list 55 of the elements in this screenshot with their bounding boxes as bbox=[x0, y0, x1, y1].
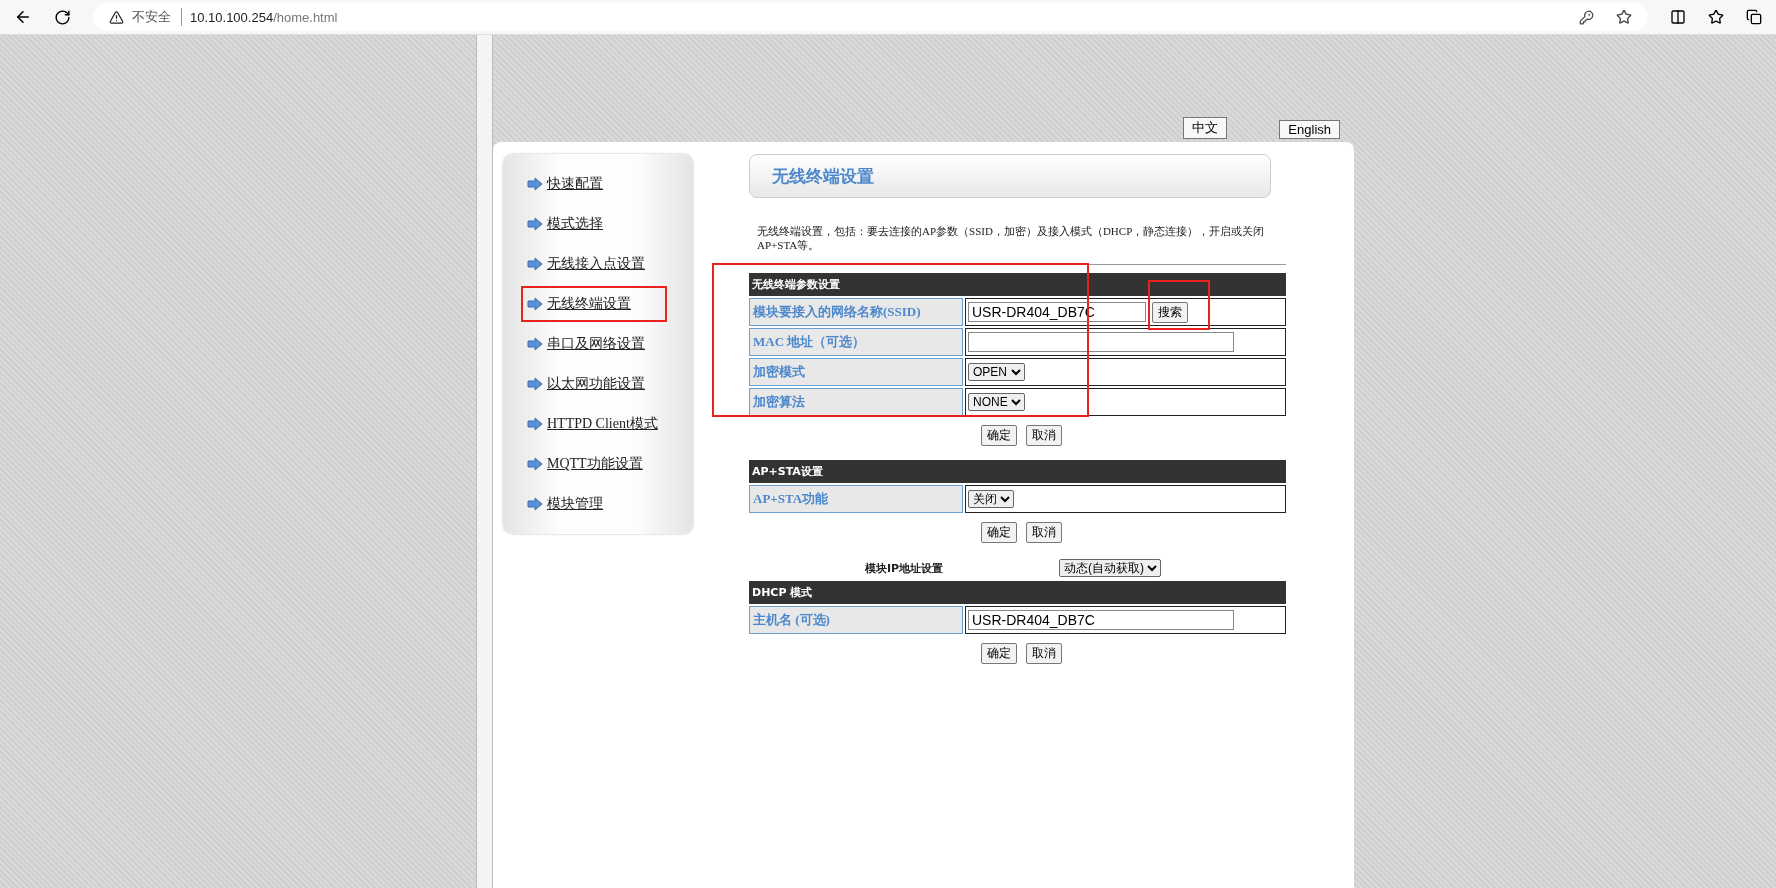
field-label: 加密模式 bbox=[749, 358, 963, 386]
field-label: 模块要接入的网络名称(SSID) bbox=[749, 298, 963, 326]
menu-link[interactable]: MQTT功能设置 bbox=[547, 455, 643, 473]
dropdown-select[interactable]: 关闭 bbox=[968, 490, 1014, 508]
dropdown-select[interactable]: OPEN bbox=[968, 363, 1025, 381]
split-view-icon[interactable] bbox=[1670, 9, 1686, 25]
menu-link[interactable]: 串口及网络设置 bbox=[547, 335, 645, 353]
search-button[interactable]: 搜索 bbox=[1152, 301, 1188, 323]
section-header: AP+STA设置 bbox=[749, 460, 1286, 483]
arrow-right-icon bbox=[527, 297, 543, 311]
reload-icon[interactable] bbox=[54, 8, 71, 26]
address-bar[interactable]: 不安全 10.10.100.254/home.html bbox=[93, 3, 1648, 31]
page-title: 无线终端设置 bbox=[772, 164, 874, 188]
warning-icon bbox=[109, 9, 124, 25]
ip-setting-label: 模块IP地址设置 bbox=[863, 560, 945, 576]
dropdown-select[interactable]: 动态(自动获取) bbox=[1059, 559, 1161, 577]
collections-icon[interactable] bbox=[1746, 9, 1762, 25]
arrow-right-icon bbox=[527, 457, 543, 471]
field-label: MAC 地址（可选） bbox=[749, 328, 963, 356]
arrow-right-icon bbox=[527, 417, 543, 431]
security-label: 不安全 bbox=[132, 8, 182, 26]
form-button[interactable]: 确定 bbox=[981, 522, 1017, 543]
menu-link[interactable]: 模式选择 bbox=[547, 215, 603, 233]
dropdown-select[interactable]: NONE bbox=[968, 393, 1025, 411]
language-button[interactable]: 中文 bbox=[1183, 117, 1228, 139]
language-button[interactable]: English bbox=[1279, 120, 1340, 139]
text-field[interactable] bbox=[968, 332, 1234, 352]
arrow-right-icon bbox=[527, 377, 543, 391]
menu-link[interactable]: 模块管理 bbox=[547, 495, 603, 513]
arrow-right-icon bbox=[527, 257, 543, 271]
form-button[interactable]: 确定 bbox=[981, 425, 1017, 446]
arrow-right-icon bbox=[527, 497, 543, 511]
form-button[interactable]: 取消 bbox=[1026, 643, 1062, 664]
description-text: 无线终端设置，包括：要去连接的AP参数（SSID，加密）及接入模式（DHCP，静态连接），开启或关闭 AP+STA等。 bbox=[757, 224, 1286, 265]
menu-link[interactable]: HTTPD Client模式 bbox=[547, 415, 658, 433]
field-label: 加密算法 bbox=[749, 388, 963, 416]
url-text: 10.10.100.254/home.html bbox=[190, 9, 338, 25]
menu-link[interactable]: 以太网功能设置 bbox=[547, 375, 645, 393]
form-button[interactable]: 确定 bbox=[981, 643, 1017, 664]
field-label: AP+STA功能 bbox=[749, 485, 963, 513]
section-header: DHCP 模式 bbox=[749, 581, 1286, 604]
menu-link[interactable]: 无线终端设置 bbox=[547, 295, 631, 313]
menu-link[interactable]: 快速配置 bbox=[547, 175, 603, 193]
text-field[interactable]: USR-DR404_DB7C bbox=[968, 610, 1234, 630]
key-icon[interactable] bbox=[1579, 9, 1594, 25]
menu-link[interactable]: 无线接入点设置 bbox=[547, 255, 645, 273]
form-button[interactable]: 取消 bbox=[1026, 522, 1062, 543]
field-label: 主机名 (可选) bbox=[749, 606, 963, 634]
favorites-icon[interactable] bbox=[1708, 9, 1724, 25]
section-header: 无线终端参数设置 bbox=[749, 273, 1286, 296]
arrow-right-icon bbox=[527, 337, 543, 351]
arrow-right-icon bbox=[527, 177, 543, 191]
form-button[interactable]: 取消 bbox=[1026, 425, 1062, 446]
favorite-icon[interactable] bbox=[1616, 9, 1632, 25]
arrow-right-icon bbox=[527, 217, 543, 231]
